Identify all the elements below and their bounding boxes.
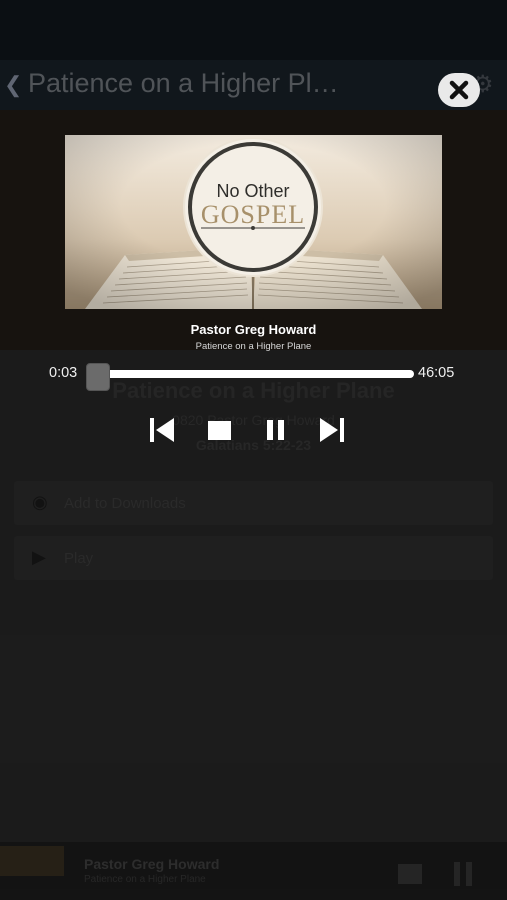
artwork-line2: GOSPEL	[201, 200, 305, 229]
pause-button[interactable]	[264, 416, 288, 444]
now-playing-artist: Pastor Greg Howard	[190, 322, 317, 337]
close-button[interactable]	[438, 73, 480, 107]
artwork-line1: No Other	[216, 181, 289, 201]
seek-handle[interactable]	[86, 363, 111, 391]
next-button[interactable]	[318, 416, 346, 444]
previous-button[interactable]	[148, 416, 176, 444]
time-total: 46:05	[418, 365, 455, 381]
now-playing-title: Patience on a Higher Plane	[195, 341, 312, 352]
close-icon	[449, 80, 469, 100]
seek-bar[interactable]	[86, 370, 414, 378]
stop-button[interactable]	[206, 416, 234, 444]
time-elapsed: 0:03	[49, 365, 78, 381]
album-artwork: No Other GOSPEL	[65, 135, 442, 309]
